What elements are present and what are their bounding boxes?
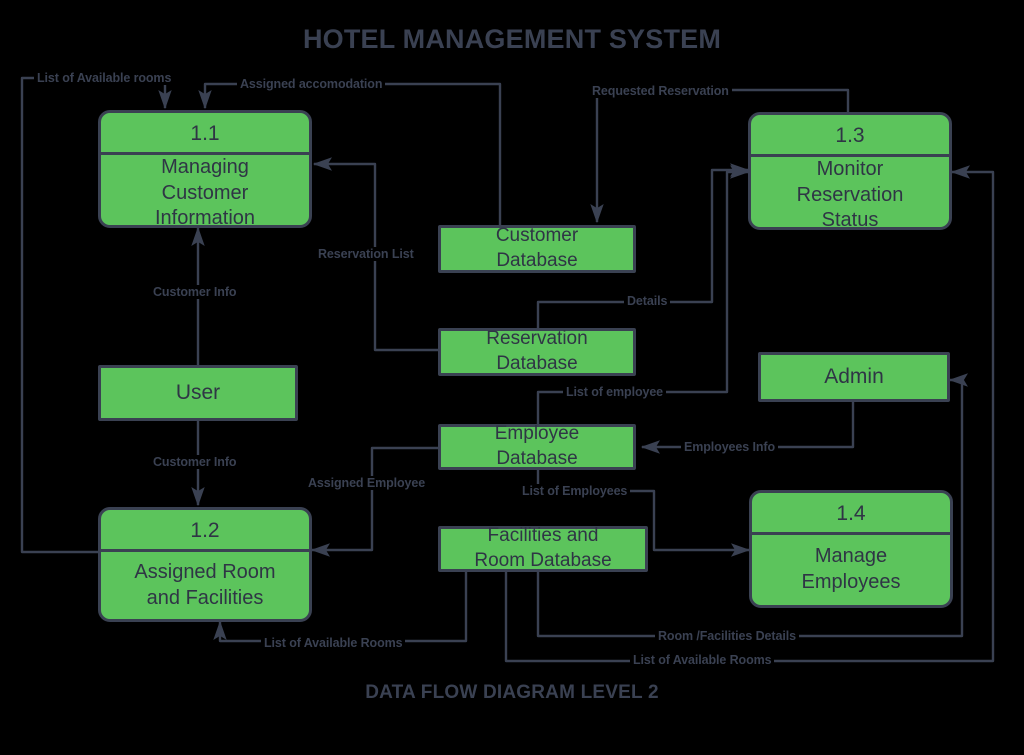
process-1-1-name-line3: Information: [154, 207, 256, 228]
entity-user-label: User: [175, 381, 221, 405]
datastore-facilities-room-database[interactable]: Facilities and Room Database: [438, 525, 648, 572]
process-1-4-number: 1.4: [752, 493, 950, 535]
datastore-reservation-database-line1: Reservation: [486, 328, 588, 350]
entity-admin-label: Admin: [824, 365, 884, 389]
flow-label-room-facilities-details: Room /Facilities Details: [655, 629, 799, 643]
process-1-3-name-line1: Monitor: [816, 158, 884, 180]
process-1-2-number: 1.2: [101, 510, 309, 552]
process-1-4[interactable]: 1.4 Manage Employees: [749, 490, 953, 608]
flow-label-assigned-employee: Assigned Employee: [305, 476, 429, 490]
flow-label-assigned-accomodation: Assigned accomodation: [237, 77, 386, 91]
flow-label-list-available-rooms-bottom-left: List of Available Rooms: [261, 636, 406, 650]
process-1-3-name: Monitor Reservation Status: [751, 157, 949, 230]
datastore-reservation-database[interactable]: Reservation Database: [438, 328, 636, 376]
process-1-1[interactable]: 1.1 Managing Customer Information: [98, 110, 312, 228]
entity-admin[interactable]: Admin: [758, 352, 950, 402]
process-1-2-name-line1: Assigned Room: [134, 560, 276, 583]
datastore-facilities-room-database-line2: Room Database: [474, 550, 612, 571]
process-1-1-name-line2: Customer: [161, 181, 249, 204]
flow-label-list-of-employee: List of employee: [563, 385, 667, 399]
datastore-facilities-room-database-line1: Facilities and: [487, 525, 599, 547]
flow-label-list-of-employees: List of Employees: [519, 484, 631, 498]
flow-label-list-available-rooms-bottom-right: List of Available Rooms: [630, 653, 775, 667]
process-1-1-name: Managing Customer Information: [101, 155, 309, 228]
process-1-3-name-line3: Status: [821, 209, 879, 230]
process-1-4-name: Manage Employees: [752, 535, 950, 605]
flow-label-customer-info-lower: Customer Info: [150, 455, 240, 469]
flow-label-list-available-rooms-top: List of Available rooms: [34, 71, 175, 85]
process-1-3[interactable]: 1.3 Monitor Reservation Status: [748, 112, 952, 230]
datastore-customer-database[interactable]: Customer Database: [438, 225, 636, 273]
datastore-employee-database[interactable]: Employee Database: [438, 423, 636, 470]
process-1-2-name: Assigned Room and Facilities: [101, 552, 309, 619]
datastore-customer-database-line1: Customer: [495, 225, 579, 247]
process-1-1-number: 1.1: [101, 113, 309, 155]
dfd-canvas: HOTEL MANAGEMENT SYSTEM DATA FLOW DIAGRA…: [0, 0, 1024, 755]
process-1-3-number: 1.3: [751, 115, 949, 157]
page-title: HOTEL MANAGEMENT SYSTEM: [302, 24, 722, 54]
flow-label-employees-info: Employees Info: [681, 440, 778, 454]
flow-label-details: Details: [624, 294, 671, 308]
process-1-1-name-line1: Managing: [161, 156, 249, 178]
process-1-2[interactable]: 1.2 Assigned Room and Facilities: [98, 507, 312, 622]
page-subtitle: DATA FLOW DIAGRAM LEVEL 2: [365, 682, 659, 703]
datastore-reservation-database-line2: Database: [496, 353, 578, 374]
datastore-customer-database-line2: Database: [496, 250, 578, 271]
datastore-employee-database-line1: Employee: [494, 423, 580, 445]
flow-label-customer-info-upper: Customer Info: [150, 285, 240, 299]
process-1-2-name-line2: and Facilities: [146, 586, 264, 609]
process-1-4-name-line1: Manage: [814, 545, 888, 568]
entity-user[interactable]: User: [98, 365, 298, 421]
datastore-employee-database-line2: Database: [496, 448, 578, 469]
process-1-3-name-line2: Reservation: [796, 183, 904, 206]
flow-assigned-employee: [310, 446, 438, 557]
flow-label-reservation-list: Reservation List: [315, 247, 417, 261]
process-1-4-name-line2: Employees: [801, 571, 901, 593]
flow-label-requested-reservation: Requested Reservation: [589, 84, 732, 98]
